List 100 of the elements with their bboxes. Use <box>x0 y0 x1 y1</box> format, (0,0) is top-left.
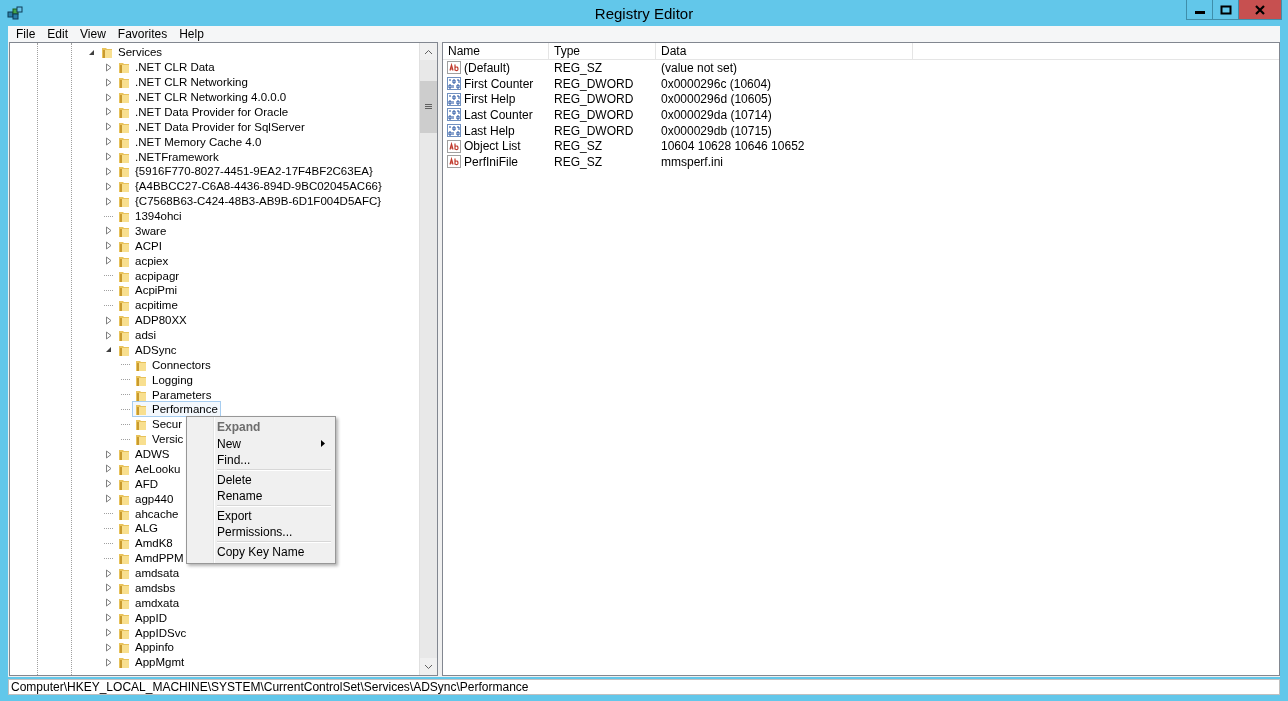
expand-arrow-icon[interactable] <box>104 226 113 236</box>
value-name[interactable]: (Default) <box>464 60 510 75</box>
expand-arrow-icon[interactable] <box>104 583 113 593</box>
expand-arrow-icon[interactable] <box>104 152 113 162</box>
tree-item[interactable]: acpiex <box>115 252 172 269</box>
tree-item[interactable]: ADSync <box>115 341 180 358</box>
expand-arrow-icon[interactable] <box>104 137 113 147</box>
tree-item[interactable]: AcpiPmi <box>115 282 181 299</box>
collapse-arrow-icon[interactable] <box>104 345 113 355</box>
tree-item[interactable]: Parameters <box>132 386 215 403</box>
expand-arrow-icon[interactable] <box>104 62 113 72</box>
expand-arrow-icon[interactable] <box>104 494 113 504</box>
expand-arrow-icon[interactable] <box>104 330 113 340</box>
tree-item[interactable]: 1394ohci <box>115 208 185 225</box>
menu-item[interactable]: Copy Key Name <box>189 543 333 560</box>
expand-arrow-icon[interactable] <box>104 77 113 87</box>
value-name[interactable]: Last Counter <box>464 107 533 122</box>
tree-item[interactable]: Secur <box>132 416 186 433</box>
expand-arrow-icon[interactable] <box>104 642 113 652</box>
menu-item[interactable]: Find... <box>189 452 333 469</box>
tree-item[interactable]: Performance <box>132 401 221 418</box>
tree-item[interactable]: agp440 <box>115 490 177 507</box>
tree-item[interactable]: .NET Data Provider for SqlServer <box>115 118 308 135</box>
tree-item[interactable]: {5916F770-8027-4451-9EA2-17F4BF2C63EA} <box>115 163 376 180</box>
folder-icon <box>118 521 130 536</box>
tree-item[interactable]: Logging <box>132 371 196 388</box>
tree-item[interactable]: .NET Memory Cache 4.0 <box>115 133 265 150</box>
tree-item[interactable]: adsi <box>115 327 160 344</box>
column-header[interactable]: Data <box>656 43 913 59</box>
expand-arrow-icon[interactable] <box>104 196 113 206</box>
scroll-up-button[interactable] <box>420 43 437 60</box>
expand-arrow-icon[interactable] <box>104 613 113 623</box>
tree-item[interactable]: AmdPPM <box>115 550 187 567</box>
tree-item[interactable]: AppID <box>115 609 170 626</box>
value-name[interactable]: Last Help <box>464 123 515 138</box>
menu-item[interactable]: File <box>10 27 42 41</box>
menu-item[interactable]: Rename <box>189 488 333 505</box>
tree-item[interactable]: AmdK8 <box>115 535 176 552</box>
tree-item[interactable]: {C7568B63-C424-48B3-AB9B-6D1F004D5AFC} <box>115 193 385 210</box>
caret-up-icon <box>424 48 433 55</box>
expand-arrow-icon[interactable] <box>104 256 113 266</box>
tree-item[interactable]: amdxata <box>115 594 183 611</box>
expand-arrow-icon[interactable] <box>104 122 113 132</box>
scroll-down-button[interactable] <box>420 658 437 675</box>
tree-item[interactable]: acpipagr <box>115 267 183 284</box>
menu-item[interactable]: Delete <box>189 471 333 488</box>
tree-item[interactable]: Appinfo <box>115 639 177 656</box>
column-header[interactable]: Name <box>443 43 549 59</box>
tree-item[interactable]: amdsbs <box>115 579 179 596</box>
close-button[interactable] <box>1239 0 1281 19</box>
tree-item[interactable]: acpitime <box>115 297 181 314</box>
close-icon <box>1254 4 1266 15</box>
value-name[interactable]: Object List <box>464 139 521 154</box>
expand-arrow-icon[interactable] <box>104 628 113 638</box>
menu-item[interactable]: Edit <box>41 27 75 41</box>
tree-item[interactable]: AFD <box>115 475 161 492</box>
scrollbar-thumb[interactable] <box>420 81 437 133</box>
tree-item[interactable]: Services <box>98 44 166 61</box>
folder-icon <box>118 536 130 551</box>
tree-item[interactable]: .NET Data Provider for Oracle <box>115 103 292 120</box>
tree-item[interactable]: ahcache <box>115 505 182 522</box>
expand-arrow-icon[interactable] <box>104 107 113 117</box>
binary-value-icon <box>447 77 461 91</box>
expand-arrow-icon[interactable] <box>104 166 113 176</box>
menu-item[interactable]: New <box>189 435 333 452</box>
tree-item[interactable]: 3ware <box>115 222 170 239</box>
tree-item[interactable]: AppIDSvc <box>115 624 190 641</box>
column-header[interactable]: Type <box>549 43 656 59</box>
tree-item[interactable]: AeLooku <box>115 460 184 477</box>
tree-item[interactable]: ACPI <box>115 237 165 254</box>
tree-item[interactable]: ALG <box>115 520 161 537</box>
menu-item[interactable]: Favorites <box>111 27 174 41</box>
value-name[interactable]: PerfIniFile <box>464 154 519 169</box>
tree-item[interactable]: Versic <box>132 431 187 448</box>
tree-item[interactable]: ADWS <box>115 446 173 463</box>
expand-arrow-icon[interactable] <box>104 241 113 251</box>
expand-arrow-icon[interactable] <box>104 449 113 459</box>
tree-item[interactable]: {A4BBCC27-C6A8-4436-894D-9BC02045AC66} <box>115 178 385 195</box>
tree-item[interactable]: AppMgmt <box>115 654 188 671</box>
tree-item[interactable]: .NET CLR Data <box>115 59 218 76</box>
expand-arrow-icon[interactable] <box>104 92 113 102</box>
tree-item[interactable]: .NETFramework <box>115 148 222 165</box>
expand-arrow-icon[interactable] <box>104 568 113 578</box>
menu-item[interactable]: Export <box>189 507 333 524</box>
expand-arrow-icon[interactable] <box>104 598 113 608</box>
menu-item[interactable]: Permissions... <box>189 524 333 541</box>
expand-arrow-icon[interactable] <box>104 464 113 474</box>
value-name[interactable]: First Help <box>464 92 516 107</box>
expand-arrow-icon[interactable] <box>104 657 113 667</box>
expand-arrow-icon[interactable] <box>104 315 113 325</box>
value-name[interactable]: First Counter <box>464 76 534 91</box>
tree-item[interactable]: amdsata <box>115 565 183 582</box>
tree-item[interactable]: ADP80XX <box>115 312 190 329</box>
expand-arrow-icon[interactable] <box>104 181 113 191</box>
menu-item[interactable]: Help <box>173 27 210 41</box>
tree-item[interactable]: .NET CLR Networking 4.0.0.0 <box>115 89 290 106</box>
tree-item[interactable]: .NET CLR Networking <box>115 74 251 91</box>
menu-item[interactable]: View <box>74 27 112 41</box>
expand-arrow-icon[interactable] <box>104 479 113 489</box>
tree-item[interactable]: Connectors <box>132 356 214 373</box>
